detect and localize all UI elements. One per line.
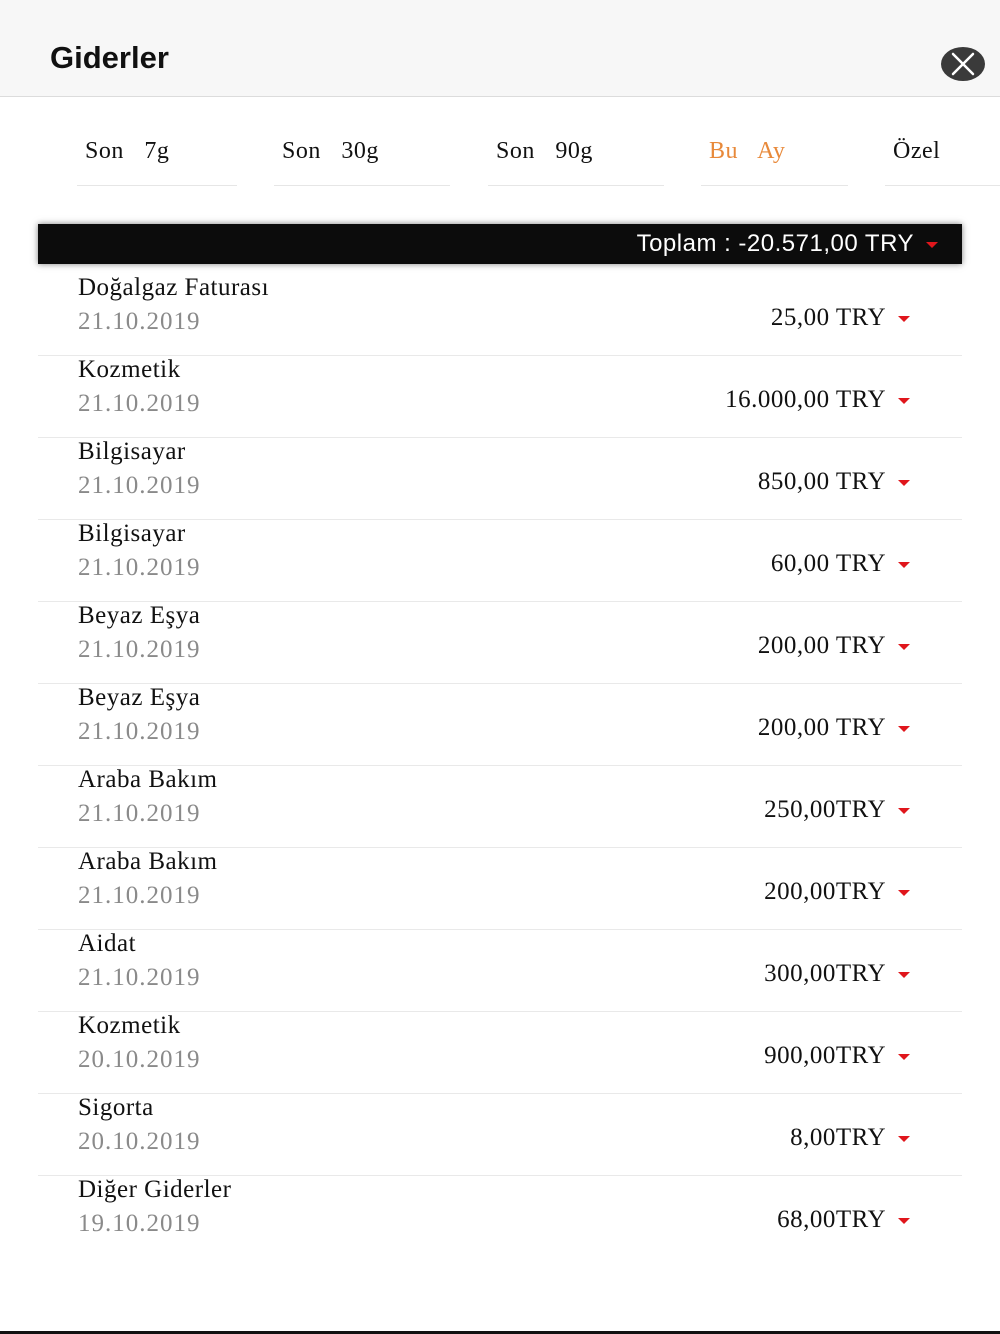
- expense-amount: 200,00 TRY: [757, 714, 886, 741]
- expense-amount: 300,00TRY: [764, 960, 886, 987]
- tab-bu-ay[interactable]: Bu Ay: [701, 130, 848, 186]
- expense-amount: 250,00TRY: [764, 796, 886, 823]
- list-item[interactable]: Kozmetik 20.10.2019 900,00TRY: [38, 1012, 962, 1094]
- list-item[interactable]: Bilgisayar 21.10.2019 60,00 TRY: [38, 520, 962, 602]
- total-bar[interactable]: Toplam : -20.571,00 TRY: [38, 224, 962, 264]
- expense-amount: 25,00 TRY: [770, 304, 886, 331]
- expense-name: Beyaz Eşya: [78, 602, 201, 629]
- caret-down-icon: [898, 644, 910, 650]
- expense-date: 21.10.2019: [78, 308, 201, 335]
- expense-date: 21.10.2019: [78, 882, 201, 909]
- tab-son-7g[interactable]: Son 7g: [77, 130, 237, 186]
- caret-down-icon: [898, 972, 910, 978]
- expense-amount: 8,00TRY: [790, 1124, 886, 1151]
- expense-list: Doğalgaz Faturası 21.10.2019 25,00 TRY Kozm…: [38, 274, 962, 1258]
- caret-down-icon: [898, 1054, 910, 1060]
- expense-name: Doğalgaz Faturası: [78, 274, 270, 301]
- list-item[interactable]: Sigorta 20.10.2019 8,00TRY: [38, 1094, 962, 1176]
- close-button[interactable]: [941, 47, 985, 81]
- list-item[interactable]: Aidat 21.10.2019 300,00TRY: [38, 930, 962, 1012]
- list-item[interactable]: Kozmetik 21.10.2019 16.000,00 TRY: [38, 356, 962, 438]
- expense-amount: 60,00 TRY: [770, 550, 886, 577]
- expense-date: 19.10.2019: [78, 1210, 201, 1237]
- caret-down-icon: [926, 242, 938, 248]
- expense-date: 21.10.2019: [78, 390, 201, 417]
- list-item[interactable]: Doğalgaz Faturası 21.10.2019 25,00 TRY: [38, 274, 962, 356]
- caret-down-icon: [898, 316, 910, 322]
- expense-date: 21.10.2019: [78, 718, 201, 745]
- caret-down-icon: [898, 808, 910, 814]
- expense-name: Diğer Giderler: [78, 1176, 232, 1203]
- expense-date: 21.10.2019: [78, 964, 201, 991]
- expense-amount: 900,00TRY: [764, 1042, 886, 1069]
- list-item[interactable]: Araba Bakım 21.10.2019 250,00TRY: [38, 766, 962, 848]
- expense-name: Sigorta: [78, 1094, 154, 1121]
- caret-down-icon: [898, 726, 910, 732]
- caret-down-icon: [898, 562, 910, 568]
- expense-name: Kozmetik: [78, 356, 181, 383]
- expense-date: 20.10.2019: [78, 1128, 201, 1155]
- close-icon: [951, 52, 975, 76]
- expense-amount: 68,00TRY: [777, 1206, 886, 1233]
- list-item[interactable]: Beyaz Eşya 21.10.2019 200,00 TRY: [38, 602, 962, 684]
- list-item[interactable]: Diğer Giderler 19.10.2019 68,00TRY: [38, 1176, 962, 1258]
- caret-down-icon: [898, 1136, 910, 1142]
- expense-name: Bilgisayar: [78, 438, 186, 465]
- caret-down-icon: [898, 480, 910, 486]
- header-bar: Giderler: [0, 0, 1000, 97]
- expense-date: 21.10.2019: [78, 636, 201, 663]
- caret-down-icon: [898, 398, 910, 404]
- expense-date: 20.10.2019: [78, 1046, 201, 1073]
- tab-son-90g[interactable]: Son 90g: [488, 130, 664, 186]
- expense-name: Beyaz Eşya: [78, 684, 201, 711]
- period-tabs: Son 7g Son 30g Son 90g Bu Ay Özel: [0, 130, 1000, 186]
- tab-ozel[interactable]: Özel: [885, 130, 1000, 186]
- caret-down-icon: [898, 1218, 910, 1224]
- list-item[interactable]: Araba Bakım 21.10.2019 200,00TRY: [38, 848, 962, 930]
- expense-amount: 200,00 TRY: [757, 632, 886, 659]
- caret-down-icon: [898, 890, 910, 896]
- expense-amount: 16.000,00 TRY: [725, 386, 886, 413]
- expense-name: Araba Bakım: [78, 848, 218, 875]
- expense-name: Aidat: [78, 930, 137, 957]
- list-item[interactable]: Bilgisayar 21.10.2019 850,00 TRY: [38, 438, 962, 520]
- expense-date: 21.10.2019: [78, 800, 201, 827]
- tab-son-30g[interactable]: Son 30g: [274, 130, 450, 186]
- page-title: Giderler: [50, 40, 169, 75]
- expense-date: 21.10.2019: [78, 554, 201, 581]
- expense-amount: 850,00 TRY: [757, 468, 886, 495]
- expense-date: 21.10.2019: [78, 472, 201, 499]
- expense-name: Kozmetik: [78, 1012, 181, 1039]
- expense-amount: 200,00TRY: [764, 878, 886, 905]
- expense-name: Araba Bakım: [78, 766, 218, 793]
- total-amount: Toplam : -20.571,00 TRY: [636, 230, 914, 257]
- list-item[interactable]: Beyaz Eşya 21.10.2019 200,00 TRY: [38, 684, 962, 766]
- expense-name: Bilgisayar: [78, 520, 186, 547]
